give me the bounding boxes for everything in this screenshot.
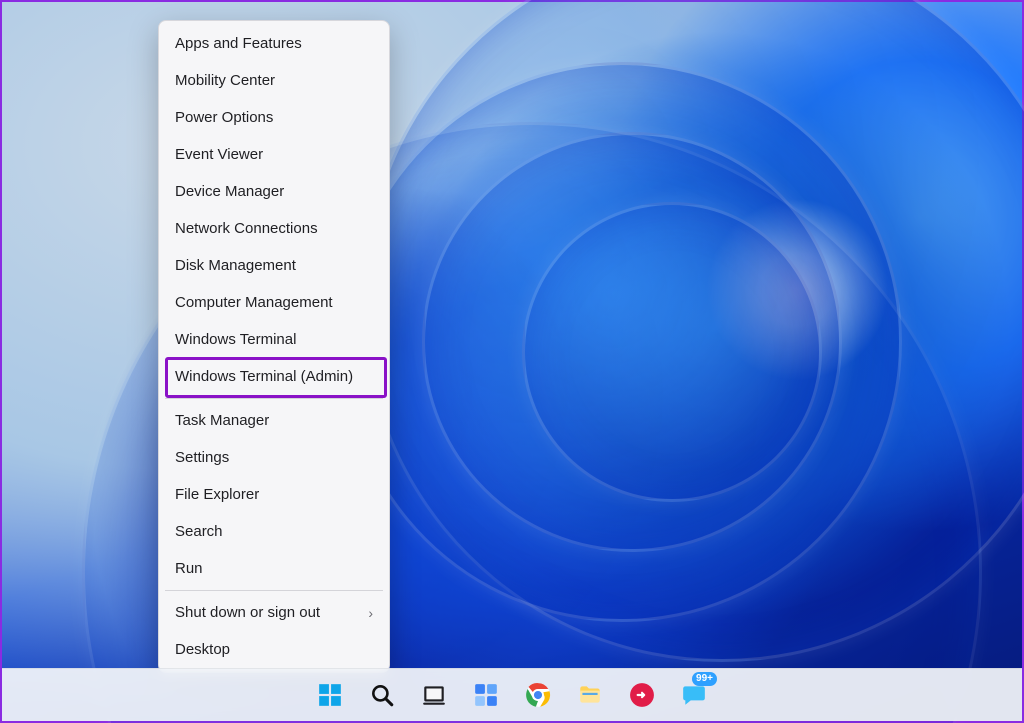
widgets-icon [473,682,499,708]
taskbar-app-button[interactable] [621,674,663,716]
menu-item-label: Apps and Features [175,35,302,52]
menu-item-windows-terminal[interactable]: Windows Terminal [159,321,389,358]
taskbar: 99+ [2,668,1022,721]
desktop-wallpaper [2,2,1022,721]
menu-item-label: Computer Management [175,294,333,311]
start-context-menu[interactable]: Apps and Features Mobility Center Power Op… [158,20,390,673]
menu-item-run[interactable]: Run [159,550,389,587]
menu-item-label: Event Viewer [175,146,263,163]
task-view-icon [421,682,447,708]
menu-item-computer-management[interactable]: Computer Management [159,284,389,321]
chrome-icon [525,682,551,708]
menu-item-label: Task Manager [175,412,269,429]
folder-icon [577,682,603,708]
menu-item-power-options[interactable]: Power Options [159,99,389,136]
menu-item-windows-terminal-admin[interactable]: Windows Terminal (Admin) [159,358,389,395]
menu-item-desktop[interactable]: Desktop [159,631,389,668]
menu-item-apps-and-features[interactable]: Apps and Features [159,25,389,62]
menu-item-settings[interactable]: Settings [159,439,389,476]
taskbar-start-button[interactable] [309,674,351,716]
taskbar-search-button[interactable] [361,674,403,716]
menu-item-search[interactable]: Search [159,513,389,550]
taskbar-notifications-button[interactable]: 99+ [673,674,715,716]
taskbar-widgets-button[interactable] [465,674,507,716]
menu-item-label: Power Options [175,109,273,126]
screen: Apps and Features Mobility Center Power Op… [0,0,1024,723]
menu-item-label: Search [175,523,223,540]
menu-item-label: File Explorer [175,486,259,503]
menu-item-label: Windows Terminal [175,331,296,348]
app-circle-icon [629,682,655,708]
menu-item-label: Run [175,560,203,577]
menu-item-event-viewer[interactable]: Event Viewer [159,136,389,173]
search-icon [369,682,395,708]
menu-item-label: Device Manager [175,183,284,200]
windows-logo-icon [317,682,343,708]
menu-item-shut-down-or-sign-out[interactable]: Shut down or sign out › [159,594,389,631]
menu-item-mobility-center[interactable]: Mobility Center [159,62,389,99]
menu-item-label: Mobility Center [175,72,275,89]
taskbar-taskview-button[interactable] [413,674,455,716]
menu-item-task-manager[interactable]: Task Manager [159,402,389,439]
menu-item-label: Shut down or sign out [175,604,320,621]
menu-item-label: Desktop [175,641,230,658]
menu-item-network-connections[interactable]: Network Connections [159,210,389,247]
menu-item-label: Windows Terminal (Admin) [175,368,353,385]
menu-item-label: Network Connections [175,220,318,237]
taskbar-explorer-button[interactable] [569,674,611,716]
menu-item-disk-management[interactable]: Disk Management [159,247,389,284]
notification-badge: 99+ [692,672,717,686]
menu-separator [165,590,383,591]
menu-separator [165,398,383,399]
menu-item-file-explorer[interactable]: File Explorer [159,476,389,513]
menu-item-label: Settings [175,449,229,466]
taskbar-chrome-button[interactable] [517,674,559,716]
chevron-right-icon: › [368,605,373,621]
menu-item-label: Disk Management [175,257,296,274]
menu-item-device-manager[interactable]: Device Manager [159,173,389,210]
